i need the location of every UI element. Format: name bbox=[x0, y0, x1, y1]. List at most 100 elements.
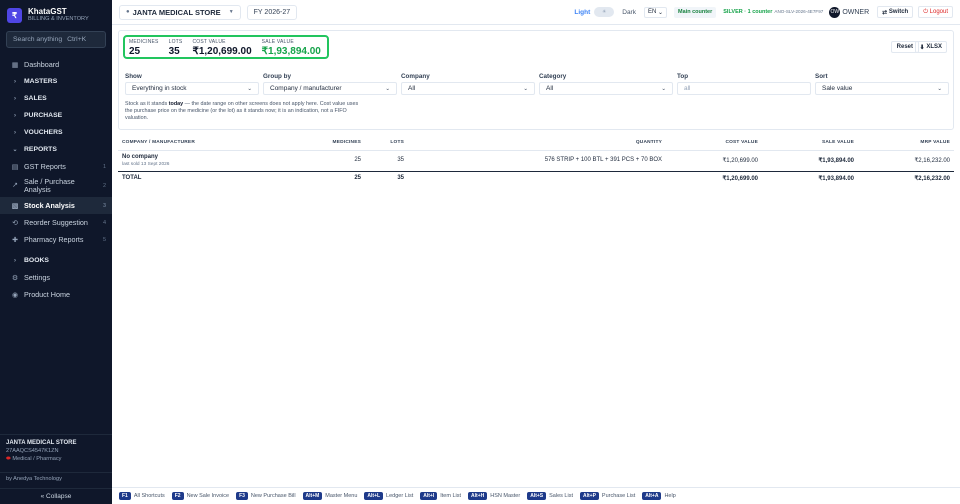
language-selector[interactable]: EN ⌄ bbox=[643, 6, 668, 18]
chevron-down-icon: ⌄ bbox=[385, 85, 390, 92]
shortcut-new-purchase[interactable]: F3 New Purchase Bill bbox=[236, 492, 296, 500]
col-cost: COST VALUE bbox=[725, 140, 758, 145]
sidebar-section-books[interactable]: › BOOKS bbox=[0, 252, 112, 269]
theme-dark-label: Dark bbox=[622, 8, 636, 16]
row-mrp: ₹2,16,232.00 bbox=[914, 158, 950, 164]
sort-value: Sale value bbox=[822, 85, 853, 92]
sidebar-section-reports[interactable]: ⌄ REPORTS bbox=[0, 141, 112, 158]
shortcut-label: Sales List bbox=[549, 493, 573, 499]
switch-button[interactable]: ⇄ Switch bbox=[877, 6, 914, 18]
col-lots: LOTS bbox=[390, 140, 404, 145]
trend-icon: ↗ bbox=[12, 182, 18, 189]
chevron-down-icon: ⌄ bbox=[658, 9, 664, 16]
group-by-select[interactable]: Company / manufacturer ⌄ bbox=[263, 82, 397, 95]
collapse-button[interactable]: « Collapse bbox=[0, 488, 112, 504]
brand[interactable]: ₹ KhataGST BILLING & INVENTORY bbox=[0, 0, 112, 30]
shortcut-help[interactable]: Alt+A Help bbox=[642, 492, 676, 500]
sidebar-item-label: Product Home bbox=[24, 290, 70, 299]
top-input[interactable]: all bbox=[677, 82, 811, 95]
col-medicines: MEDICINES bbox=[332, 140, 361, 145]
fy-selector[interactable]: FY 2026-27 bbox=[246, 4, 298, 20]
shortcut-master-menu[interactable]: Alt+M Master Menu bbox=[302, 492, 357, 500]
sidebar-item-reorder-suggestion[interactable]: ⟲ Reorder Suggestion 4 bbox=[0, 214, 112, 231]
avatar[interactable]: OW bbox=[829, 6, 841, 18]
chevron-down-icon: ⌄ bbox=[937, 85, 942, 92]
gstin: 27AAQCS4547K1ZN bbox=[6, 448, 59, 454]
col-sale: SALE VALUE bbox=[821, 140, 854, 145]
power-icon: ⏻ bbox=[923, 8, 928, 15]
stat-value: ₹1,20,699.00 bbox=[192, 46, 252, 57]
sidebar-item-settings[interactable]: ⚙ Settings bbox=[0, 269, 112, 286]
shortcut-new-sale[interactable]: F2 New Sale Invoice bbox=[171, 492, 230, 500]
shortcut-key: Alt+I bbox=[420, 492, 438, 500]
shortcut-ledger-list[interactable]: Alt+L Ledger List bbox=[364, 492, 413, 500]
shortcut-sales-list[interactable]: Alt+S Sales List bbox=[527, 492, 573, 500]
top-bar: ● JANTA MEDICAL STORE ▼ FY 2026-27 Light… bbox=[112, 0, 960, 25]
category-label: Category bbox=[539, 73, 567, 80]
total-lots: 35 bbox=[397, 175, 404, 181]
sidebar-section-sales[interactable]: › SALES bbox=[0, 90, 112, 107]
row-cost: ₹1,20,699.00 bbox=[722, 158, 758, 164]
stat-value: ₹1,93,894.00 bbox=[261, 46, 321, 57]
refresh-icon: ⟲ bbox=[12, 219, 18, 227]
sidebar-item-gst-reports[interactable]: ▤ GST Reports 1 bbox=[0, 158, 112, 175]
sidebar-item-label: REPORTS bbox=[24, 146, 57, 153]
show-select[interactable]: Everything in stock ⌄ bbox=[125, 82, 259, 95]
category-select[interactable]: All ⌄ bbox=[539, 82, 673, 95]
search-shortcut: Ctrl+K bbox=[67, 36, 87, 43]
chevron-right-icon: › bbox=[14, 95, 16, 102]
license-badge: SILVER · 1 counter ANO-SLV-2026-4E7F97 bbox=[723, 9, 823, 15]
row-last-sold: last sold 13 Sept 2026 bbox=[122, 162, 170, 167]
sort-select[interactable]: Sale value ⌄ bbox=[815, 82, 949, 95]
shortcut-purchase-list[interactable]: Alt+P Purchase List bbox=[579, 492, 636, 500]
shortcut-item-list[interactable]: Alt+I Item List bbox=[420, 492, 461, 500]
sidebar-section-vouchers[interactable]: › VOUCHERS bbox=[0, 124, 112, 141]
caret-down-icon: ▼ bbox=[228, 9, 234, 15]
total-mrp: ₹2,16,232.00 bbox=[914, 176, 950, 182]
stock-filter-panel: MEDICINES 25 LOTS 35 COST VALUE ₹1,20,699.0… bbox=[118, 30, 954, 130]
sidebar-item-label: Sale / Purchase Analysis bbox=[24, 177, 75, 194]
logout-button[interactable]: ⏻ Logout bbox=[918, 6, 953, 18]
total-divider bbox=[118, 171, 954, 172]
chevron-right-icon: › bbox=[14, 129, 16, 136]
sidebar-item-stock-analysis[interactable]: ▧ Stock Analysis 3 bbox=[0, 197, 112, 214]
shortcut-label: Item List bbox=[440, 493, 462, 499]
sidebar-item-label: VOUCHERS bbox=[24, 129, 63, 136]
export-xlsx-button[interactable]: ⬇ XLSX bbox=[914, 41, 947, 53]
shortcut-key: Alt+S bbox=[527, 492, 547, 500]
sidebar-item-label: MASTERS bbox=[24, 78, 58, 85]
box-icon: ▧ bbox=[11, 202, 19, 210]
stat-sale: SALE VALUE ₹1,93,894.00 bbox=[262, 37, 321, 57]
sidebar-item-sale-purchase-analysis[interactable]: ↗ Sale / Purchase Analysis 2 bbox=[0, 175, 112, 197]
store-name: JANTA MEDICAL STORE bbox=[6, 440, 77, 446]
company-select[interactable]: All ⌄ bbox=[401, 82, 535, 95]
brand-title: KhataGST bbox=[28, 7, 67, 16]
header-divider bbox=[118, 150, 954, 151]
store-selector[interactable]: ● JANTA MEDICAL STORE ▼ bbox=[119, 4, 241, 20]
shortcut-key: F3 bbox=[236, 492, 248, 500]
report-icon: ▤ bbox=[11, 163, 19, 171]
sidebar-item-pharmacy-reports[interactable]: ✚ Pharmacy Reports 5 bbox=[0, 231, 112, 248]
search-input[interactable]: Search anything Ctrl+K bbox=[6, 31, 106, 48]
theme-toggle[interactable]: ☀ bbox=[594, 7, 615, 17]
pill-icon: ⬬ bbox=[6, 456, 11, 462]
sidebar-section-purchase[interactable]: › PURCHASE bbox=[0, 107, 112, 124]
user-role: OWNER bbox=[842, 8, 870, 16]
shortcut-hsn-master[interactable]: Alt+H HSN Master bbox=[468, 492, 520, 500]
sidebar-item-dashboard[interactable]: ▦ Dashboard bbox=[0, 56, 112, 73]
counter-badge[interactable]: Main counter bbox=[674, 6, 717, 18]
row-quantity: 576 STRIP + 100 BTL + 391 PCS + 70 BOX bbox=[544, 157, 662, 163]
sidebar-item-label: PURCHASE bbox=[24, 112, 63, 119]
shortcut-number: 3 bbox=[102, 202, 106, 209]
sidebar-item-product-home[interactable]: ◉ Product Home bbox=[0, 286, 112, 303]
store-info: JANTA MEDICAL STORE 27AAQCS4547K1ZN ⬬ Me… bbox=[0, 434, 112, 467]
switch-icon: ⇄ bbox=[882, 9, 888, 16]
sidebar-item-label: GST Reports bbox=[24, 162, 66, 171]
shortcut-all[interactable]: F1 All Shortcuts bbox=[119, 492, 165, 500]
shortcut-key: F2 bbox=[171, 492, 184, 500]
show-value: Everything in stock bbox=[132, 85, 187, 92]
shortcut-label: Purchase List bbox=[601, 493, 636, 499]
sort-label: Sort bbox=[815, 73, 828, 80]
shortcut-label: New Sale Invoice bbox=[186, 493, 230, 499]
sidebar-section-masters[interactable]: › MASTERS bbox=[0, 73, 112, 90]
